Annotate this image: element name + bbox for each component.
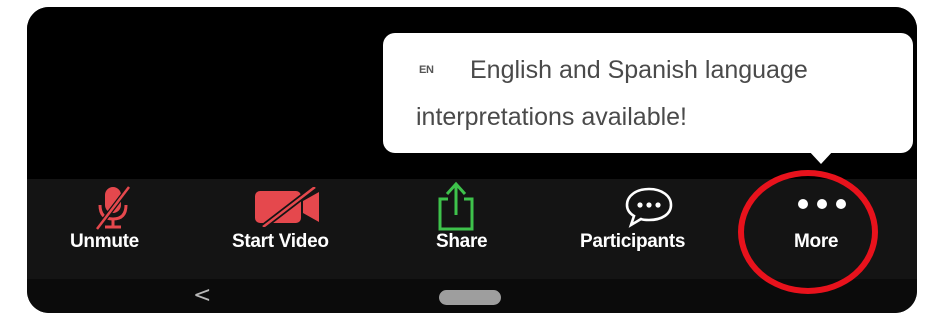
interpretation-tooltip[interactable]: EN English and Spanish language interpre…	[383, 33, 913, 153]
share-upload-icon	[436, 181, 476, 236]
share-button[interactable]: Share	[427, 179, 507, 279]
start-video-label: Start Video	[232, 231, 329, 252]
tooltip-text-line2: interpretations available!	[416, 103, 687, 131]
unmute-label: Unmute	[70, 231, 139, 252]
home-pill-icon[interactable]	[439, 290, 501, 305]
muted-microphone-icon	[95, 185, 131, 236]
share-label: Share	[436, 231, 488, 252]
language-icon: EN	[419, 64, 434, 76]
chat-bubble-icon	[624, 185, 674, 234]
tooltip-pointer	[808, 150, 834, 164]
participants-label: Participants	[580, 231, 686, 252]
unmute-button[interactable]: Unmute	[67, 179, 157, 279]
back-icon[interactable]: <	[193, 283, 211, 308]
highlight-circle-annotation	[738, 170, 878, 294]
video-off-icon	[253, 184, 323, 232]
tooltip-text-line1: English and Spanish language	[470, 56, 808, 84]
participants-button[interactable]: Participants	[577, 179, 717, 279]
start-video-button[interactable]: Start Video	[227, 179, 357, 279]
